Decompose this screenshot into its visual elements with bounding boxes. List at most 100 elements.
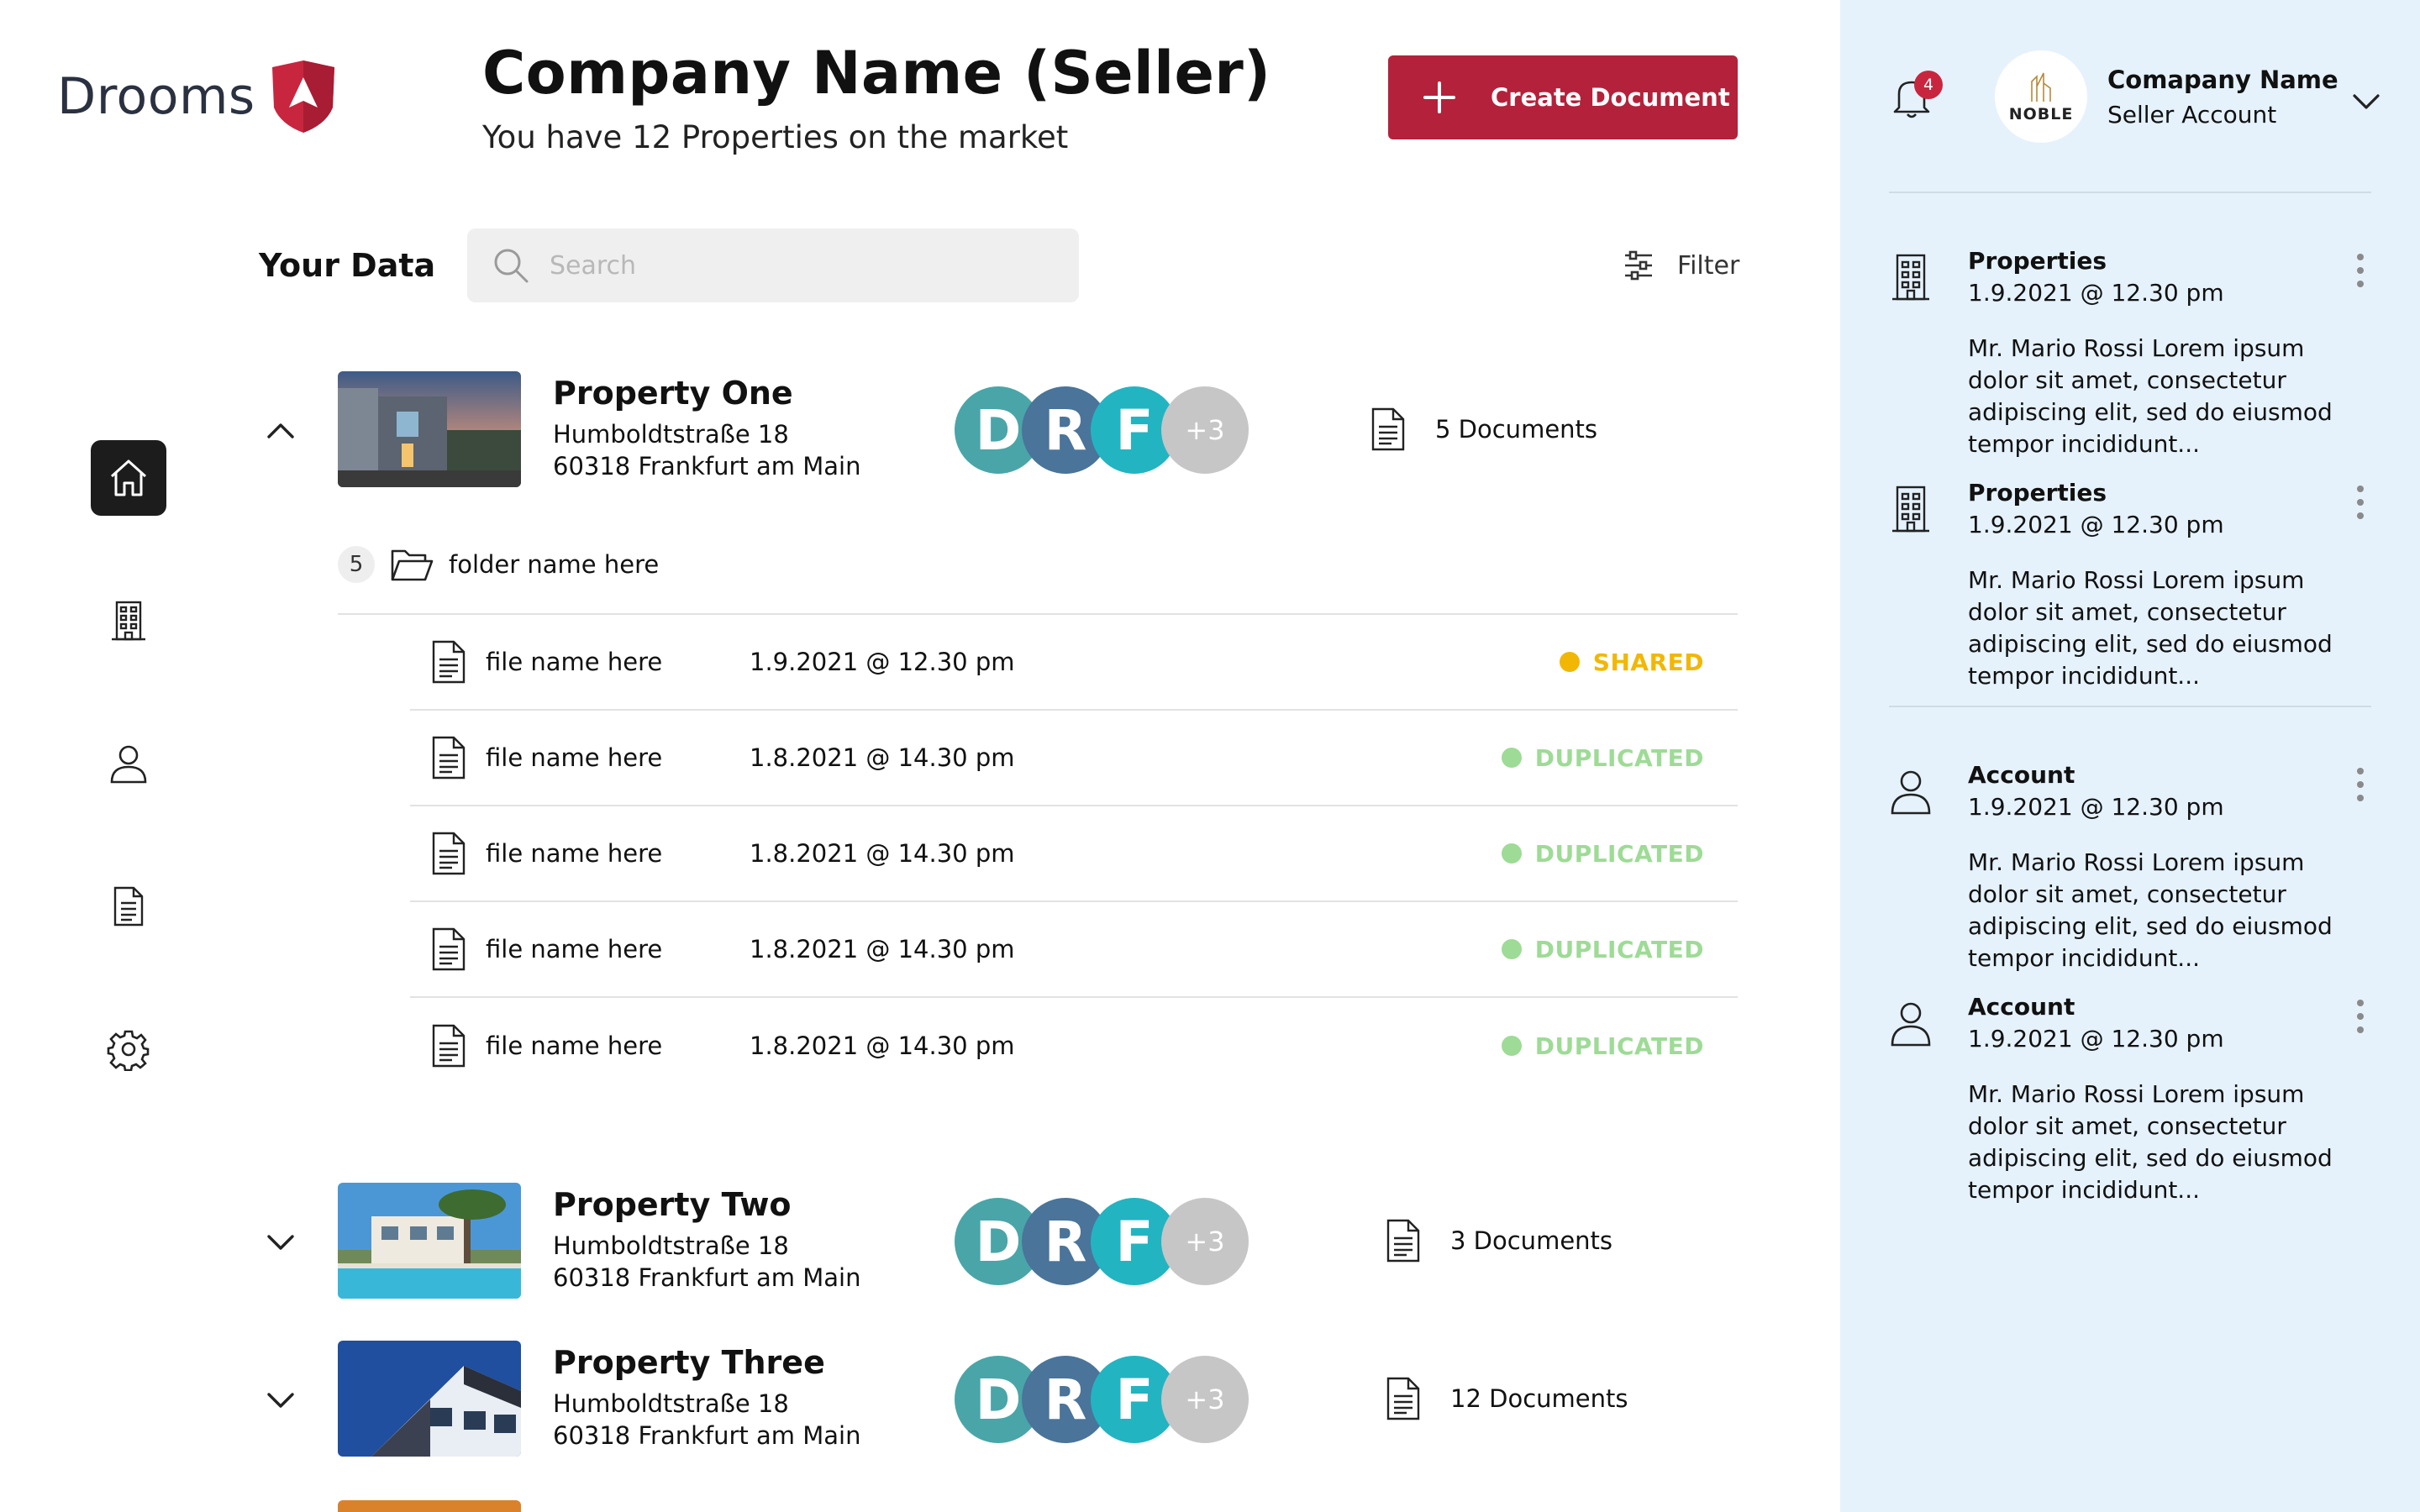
chevron-up-icon[interactable] — [260, 410, 301, 450]
more-vertical-icon[interactable] — [2354, 764, 2366, 805]
file-name: file name here — [486, 935, 663, 963]
collaborator-avatars[interactable]: D R F +3 — [955, 386, 1249, 474]
property-row[interactable]: Property Three Humboldtstraße 18 60318 F… — [252, 1341, 1765, 1458]
chevron-down-icon[interactable] — [2348, 82, 2385, 119]
file-row[interactable]: file name here 1.8.2021 @ 14.30 pm DUPLI… — [410, 806, 1738, 902]
status-dot — [1501, 843, 1522, 864]
activity-item[interactable]: Properties 1.9.2021 @ 12.30 pm Mr. Mario… — [1889, 479, 2371, 690]
more-vertical-icon[interactable] — [2354, 482, 2366, 522]
document-count[interactable]: 12 Documents — [1385, 1376, 1628, 1421]
property-city: 60318 Frankfurt am Main — [553, 452, 861, 480]
status-label: DUPLICATED — [1534, 839, 1704, 868]
file-date: 1.9.2021 @ 12.30 pm — [750, 648, 1015, 676]
document-icon — [113, 886, 144, 927]
notification-count-badge: 4 — [1914, 71, 1943, 99]
collaborator-avatars[interactable]: D R F +3 — [955, 1198, 1249, 1285]
notifications-button[interactable]: 4 — [1891, 71, 1943, 124]
activity-title: Account — [1968, 993, 2075, 1021]
home-icon — [110, 459, 147, 496]
file-row[interactable]: file name here 1.8.2021 @ 14.30 pm DUPLI… — [410, 998, 1738, 1094]
nav-item-account[interactable] — [91, 726, 166, 801]
activity-item[interactable]: Account 1.9.2021 @ 12.30 pm Mr. Mario Ro… — [1889, 761, 2371, 972]
divider — [1889, 192, 2371, 193]
property-row[interactable]: Property Two Humboldtstraße 18 60318 Fra… — [252, 1183, 1765, 1300]
file-name: file name here — [486, 743, 663, 772]
folder-row[interactable]: 5 folder name here — [338, 546, 659, 583]
property-name: Property Two — [553, 1186, 792, 1223]
folder-name: folder name here — [449, 550, 660, 579]
property-street: Humboldtstraße 18 — [553, 420, 789, 449]
property-city: 60318 Frankfurt am Main — [553, 1421, 861, 1450]
create-document-button[interactable]: Create Document — [1388, 55, 1738, 139]
property-thumbnail-partial — [338, 1500, 521, 1512]
activity-title: Account — [1968, 761, 2075, 789]
drooms-shield-icon — [271, 60, 334, 133]
activity-item[interactable]: Account 1.9.2021 @ 12.30 pm Mr. Mario Ro… — [1889, 993, 2371, 1204]
file-icon — [432, 736, 466, 780]
activity-title: Properties — [1968, 247, 2107, 275]
divider — [1889, 706, 2371, 707]
gear-icon — [107, 1030, 150, 1071]
file-row[interactable]: file name here 1.9.2021 @ 12.30 pm SHARE… — [410, 615, 1738, 711]
filter-button[interactable]: Filter — [1622, 249, 1739, 282]
activity-body: Mr. Mario Rossi Lorem ipsum dolor sit am… — [1968, 848, 2333, 972]
property-name: Property Three — [553, 1344, 825, 1381]
more-vertical-icon[interactable] — [2354, 250, 2366, 291]
account-logo-text: NOBLE — [2008, 105, 2074, 123]
status-dot — [1501, 748, 1522, 768]
file-icon — [432, 640, 466, 684]
nav-item-home[interactable] — [91, 440, 166, 516]
search-input[interactable] — [550, 250, 1020, 281]
nav-item-documents[interactable] — [91, 869, 166, 944]
nav-item-properties[interactable] — [91, 583, 166, 659]
status-label: SHARED — [1592, 648, 1704, 676]
status-dot — [1501, 1036, 1522, 1056]
property-street: Humboldtstraße 18 — [553, 1231, 789, 1260]
more-vertical-icon[interactable] — [2354, 996, 2366, 1037]
user-icon — [1891, 770, 1931, 815]
page-title: Company Name (Seller) — [482, 39, 1271, 108]
status-label: DUPLICATED — [1534, 1032, 1704, 1060]
document-count-label: 5 Documents — [1435, 415, 1598, 444]
page-subtitle: You have 12 Properties on the market — [482, 119, 1069, 155]
property-row[interactable]: Property One Humboldtstraße 18 60318 Fra… — [252, 371, 1765, 489]
status-badge: DUPLICATED — [1501, 936, 1704, 963]
chevron-down-icon[interactable] — [260, 1379, 301, 1420]
activity-title: Properties — [1968, 479, 2107, 507]
file-row[interactable]: file name here 1.8.2021 @ 14.30 pm DUPLI… — [410, 902, 1738, 998]
document-count[interactable]: 3 Documents — [1385, 1218, 1612, 1263]
document-count[interactable]: 5 Documents — [1370, 407, 1597, 452]
property-city: 60318 Frankfurt am Main — [553, 1263, 861, 1292]
activity-date: 1.9.2021 @ 12.30 pm — [1968, 279, 2224, 307]
brand-logo[interactable]: Drooms — [57, 59, 339, 134]
account-avatar[interactable]: NOBLE — [1995, 50, 2087, 143]
account-name: Comapany Name — [2107, 66, 2338, 94]
activity-date: 1.9.2021 @ 12.30 pm — [1968, 793, 2224, 821]
file-date: 1.8.2021 @ 14.30 pm — [750, 743, 1015, 772]
search-box[interactable] — [467, 228, 1079, 302]
property-thumbnail — [338, 371, 521, 487]
property-thumbnail — [338, 1341, 521, 1457]
file-date: 1.8.2021 @ 14.30 pm — [750, 1032, 1015, 1060]
brand-name: Drooms — [57, 67, 255, 126]
status-badge: DUPLICATED — [1501, 839, 1704, 868]
document-count-label: 12 Documents — [1450, 1384, 1628, 1413]
status-badge: DUPLICATED — [1501, 744, 1704, 772]
activity-item[interactable]: Properties 1.9.2021 @ 12.30 pm Mr. Mario… — [1889, 247, 2371, 458]
nav-item-settings[interactable] — [91, 1011, 166, 1087]
file-row[interactable]: file name here 1.8.2021 @ 14.30 pm DUPLI… — [410, 711, 1738, 806]
user-icon — [1891, 1002, 1931, 1047]
activity-date: 1.9.2021 @ 12.30 pm — [1968, 1025, 2224, 1053]
file-list: file name here 1.9.2021 @ 12.30 pm SHARE… — [410, 615, 1738, 1094]
chevron-down-icon[interactable] — [260, 1221, 301, 1262]
avatar-more-count: +3 — [1161, 1198, 1249, 1285]
file-date: 1.8.2021 @ 14.30 pm — [750, 839, 1015, 868]
activity-panel: 4 NOBLE Comapany Name Seller Account Pro… — [1840, 0, 2420, 1512]
property-street: Humboldtstraße 18 — [553, 1389, 789, 1418]
building-icon — [112, 601, 145, 641]
noble-logo-icon — [2031, 72, 2051, 102]
collaborator-avatars[interactable]: D R F +3 — [955, 1356, 1249, 1443]
file-icon — [432, 832, 466, 875]
building-icon — [1892, 254, 1929, 301]
sliders-icon — [1625, 250, 1652, 281]
